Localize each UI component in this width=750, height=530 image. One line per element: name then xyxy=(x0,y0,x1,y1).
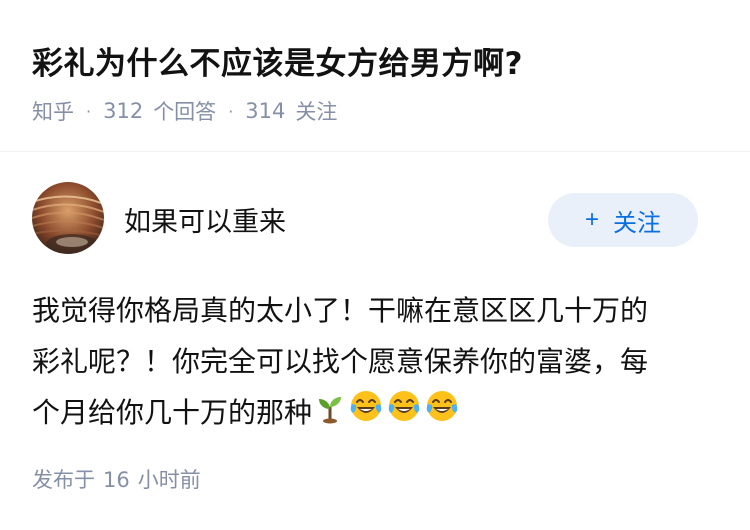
answers-label[interactable]: 个回答 xyxy=(153,96,216,126)
followers-count: 314 xyxy=(245,99,286,123)
tears-of-joy-icon xyxy=(348,388,384,440)
author-row: 如果可以重来 + 关注 xyxy=(0,182,750,260)
question-meta: 知乎 · 312 个回答 · 314 关注 xyxy=(32,96,337,126)
answer-line: 我觉得你格局真的太小了！干嘛在意区区几十万的 xyxy=(32,294,649,327)
tears-of-joy-icon xyxy=(424,388,460,440)
followers-label[interactable]: 关注 xyxy=(295,96,337,126)
answers-count: 312 xyxy=(103,99,144,123)
avatar[interactable] xyxy=(32,182,104,254)
publish-suffix: 小时前 xyxy=(137,468,201,492)
publish-prefix: 发布于 xyxy=(32,468,95,492)
answer-line: 彩礼呢？！你完全可以找个愿意保养你的富婆，每 xyxy=(32,345,649,378)
author-name[interactable]: 如果可以重来 xyxy=(124,200,286,239)
answer-line-text: 个月给你几十万的那种 xyxy=(32,396,313,429)
question-title[interactable]: 彩礼为什么不应该是女方给男方啊? xyxy=(32,38,523,83)
answer-line-last: 个月给你几十万的那种 xyxy=(32,387,722,440)
follow-label: 关注 xyxy=(613,209,661,237)
sprout-icon xyxy=(314,389,346,440)
publish-hours: 16 xyxy=(103,468,130,492)
meta-separator: · xyxy=(86,101,92,121)
plus-icon: + xyxy=(584,206,599,233)
tears-of-joy-icon xyxy=(386,388,422,440)
avatar-image xyxy=(32,182,104,254)
source-label[interactable]: 知乎 xyxy=(32,96,74,126)
publish-time: 发布于 16 小时前 xyxy=(32,464,201,494)
follow-button[interactable]: + 关注 xyxy=(548,193,698,247)
divider xyxy=(0,151,750,152)
answer-content[interactable]: 我觉得你格局真的太小了！干嘛在意区区几十万的 彩礼呢？！你完全可以找个愿意保养你… xyxy=(32,285,722,440)
meta-separator: · xyxy=(228,101,234,121)
question-header: 彩礼为什么不应该是女方给男方啊? 知乎 · 312 个回答 · 314 关注 xyxy=(0,0,750,150)
